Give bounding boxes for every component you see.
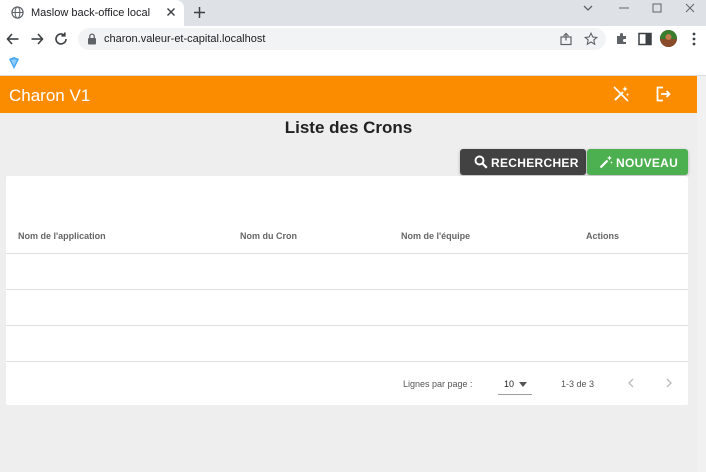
tab-title: Maslow back-office local	[31, 7, 151, 19]
column-header-application[interactable]: Nom de l'application	[18, 231, 106, 241]
app-bar: Charon V1	[0, 76, 697, 113]
search-icon	[474, 155, 488, 169]
rows-per-page-select[interactable]: 10	[498, 373, 532, 395]
minimize-button[interactable]	[610, 0, 638, 18]
close-icon	[685, 3, 695, 13]
address-bar[interactable]: charon.valeur-et-capital.localhost	[78, 28, 606, 50]
tab-search-button[interactable]	[574, 0, 602, 18]
share-icon[interactable]	[559, 32, 573, 46]
reload-icon[interactable]	[52, 30, 70, 48]
side-panel-icon[interactable]	[636, 30, 654, 48]
logout-icon[interactable]	[654, 85, 672, 103]
caret-down-icon	[519, 382, 527, 387]
bookmarks-bar	[0, 52, 706, 76]
new-button-label: NOUVEAU	[616, 156, 679, 170]
profile-avatar[interactable]	[660, 30, 677, 47]
minimize-icon	[619, 7, 629, 9]
back-icon[interactable]	[4, 30, 22, 48]
chevron-down-icon	[583, 5, 593, 11]
pagination-range: 1-3 de 3	[561, 379, 595, 389]
row-divider	[6, 361, 688, 362]
maximize-button[interactable]	[643, 0, 671, 18]
bookmark-star-icon[interactable]	[584, 32, 598, 46]
page-title: Liste des Crons	[284, 118, 413, 137]
rows-per-page-value: 10	[504, 379, 515, 389]
app-title: Charon V1	[9, 86, 91, 105]
more-menu-icon[interactable]	[685, 30, 703, 48]
table-row[interactable]	[6, 254, 688, 289]
table-row[interactable]	[6, 326, 688, 361]
new-tab-icon[interactable]	[191, 4, 208, 21]
table-row[interactable]	[6, 290, 688, 325]
crons-table-card: Nom de l'application Nom du Cron Nom de …	[6, 176, 688, 405]
previous-page-icon[interactable]	[624, 376, 638, 390]
browser-tabstrip: Maslow back-office local	[0, 0, 706, 26]
rows-per-page-label: Lignes par page :	[403, 379, 473, 389]
new-button[interactable]: NOUVEAU	[587, 149, 688, 175]
close-window-button[interactable]	[676, 0, 704, 18]
magic-wand-icon	[599, 155, 613, 169]
page-scrollbar[interactable]	[697, 76, 706, 472]
url-text: charon.valeur-et-capital.localhost	[104, 33, 266, 45]
column-header-cron[interactable]: Nom du Cron	[240, 231, 297, 241]
forward-icon[interactable]	[28, 30, 46, 48]
extensions-puzzle-icon[interactable]	[613, 30, 631, 48]
browser-toolbar: charon.valeur-et-capital.localhost	[0, 26, 706, 52]
next-page-icon[interactable]	[662, 376, 676, 390]
search-button[interactable]: RECHERCHER	[460, 149, 586, 175]
browser-tab[interactable]: Maslow back-office local	[0, 0, 184, 26]
lock-icon[interactable]	[87, 33, 97, 45]
column-header-team[interactable]: Nom de l'équipe	[401, 231, 470, 241]
bookmark-favicon-icon[interactable]	[8, 56, 20, 70]
close-tab-icon[interactable]	[164, 5, 178, 19]
globe-icon	[11, 6, 24, 19]
maximize-icon	[652, 3, 662, 13]
magic-wand-off-icon[interactable]	[612, 85, 630, 103]
search-button-label: RECHERCHER	[491, 156, 579, 170]
column-header-actions: Actions	[586, 231, 620, 241]
avatar-image	[660, 30, 677, 47]
